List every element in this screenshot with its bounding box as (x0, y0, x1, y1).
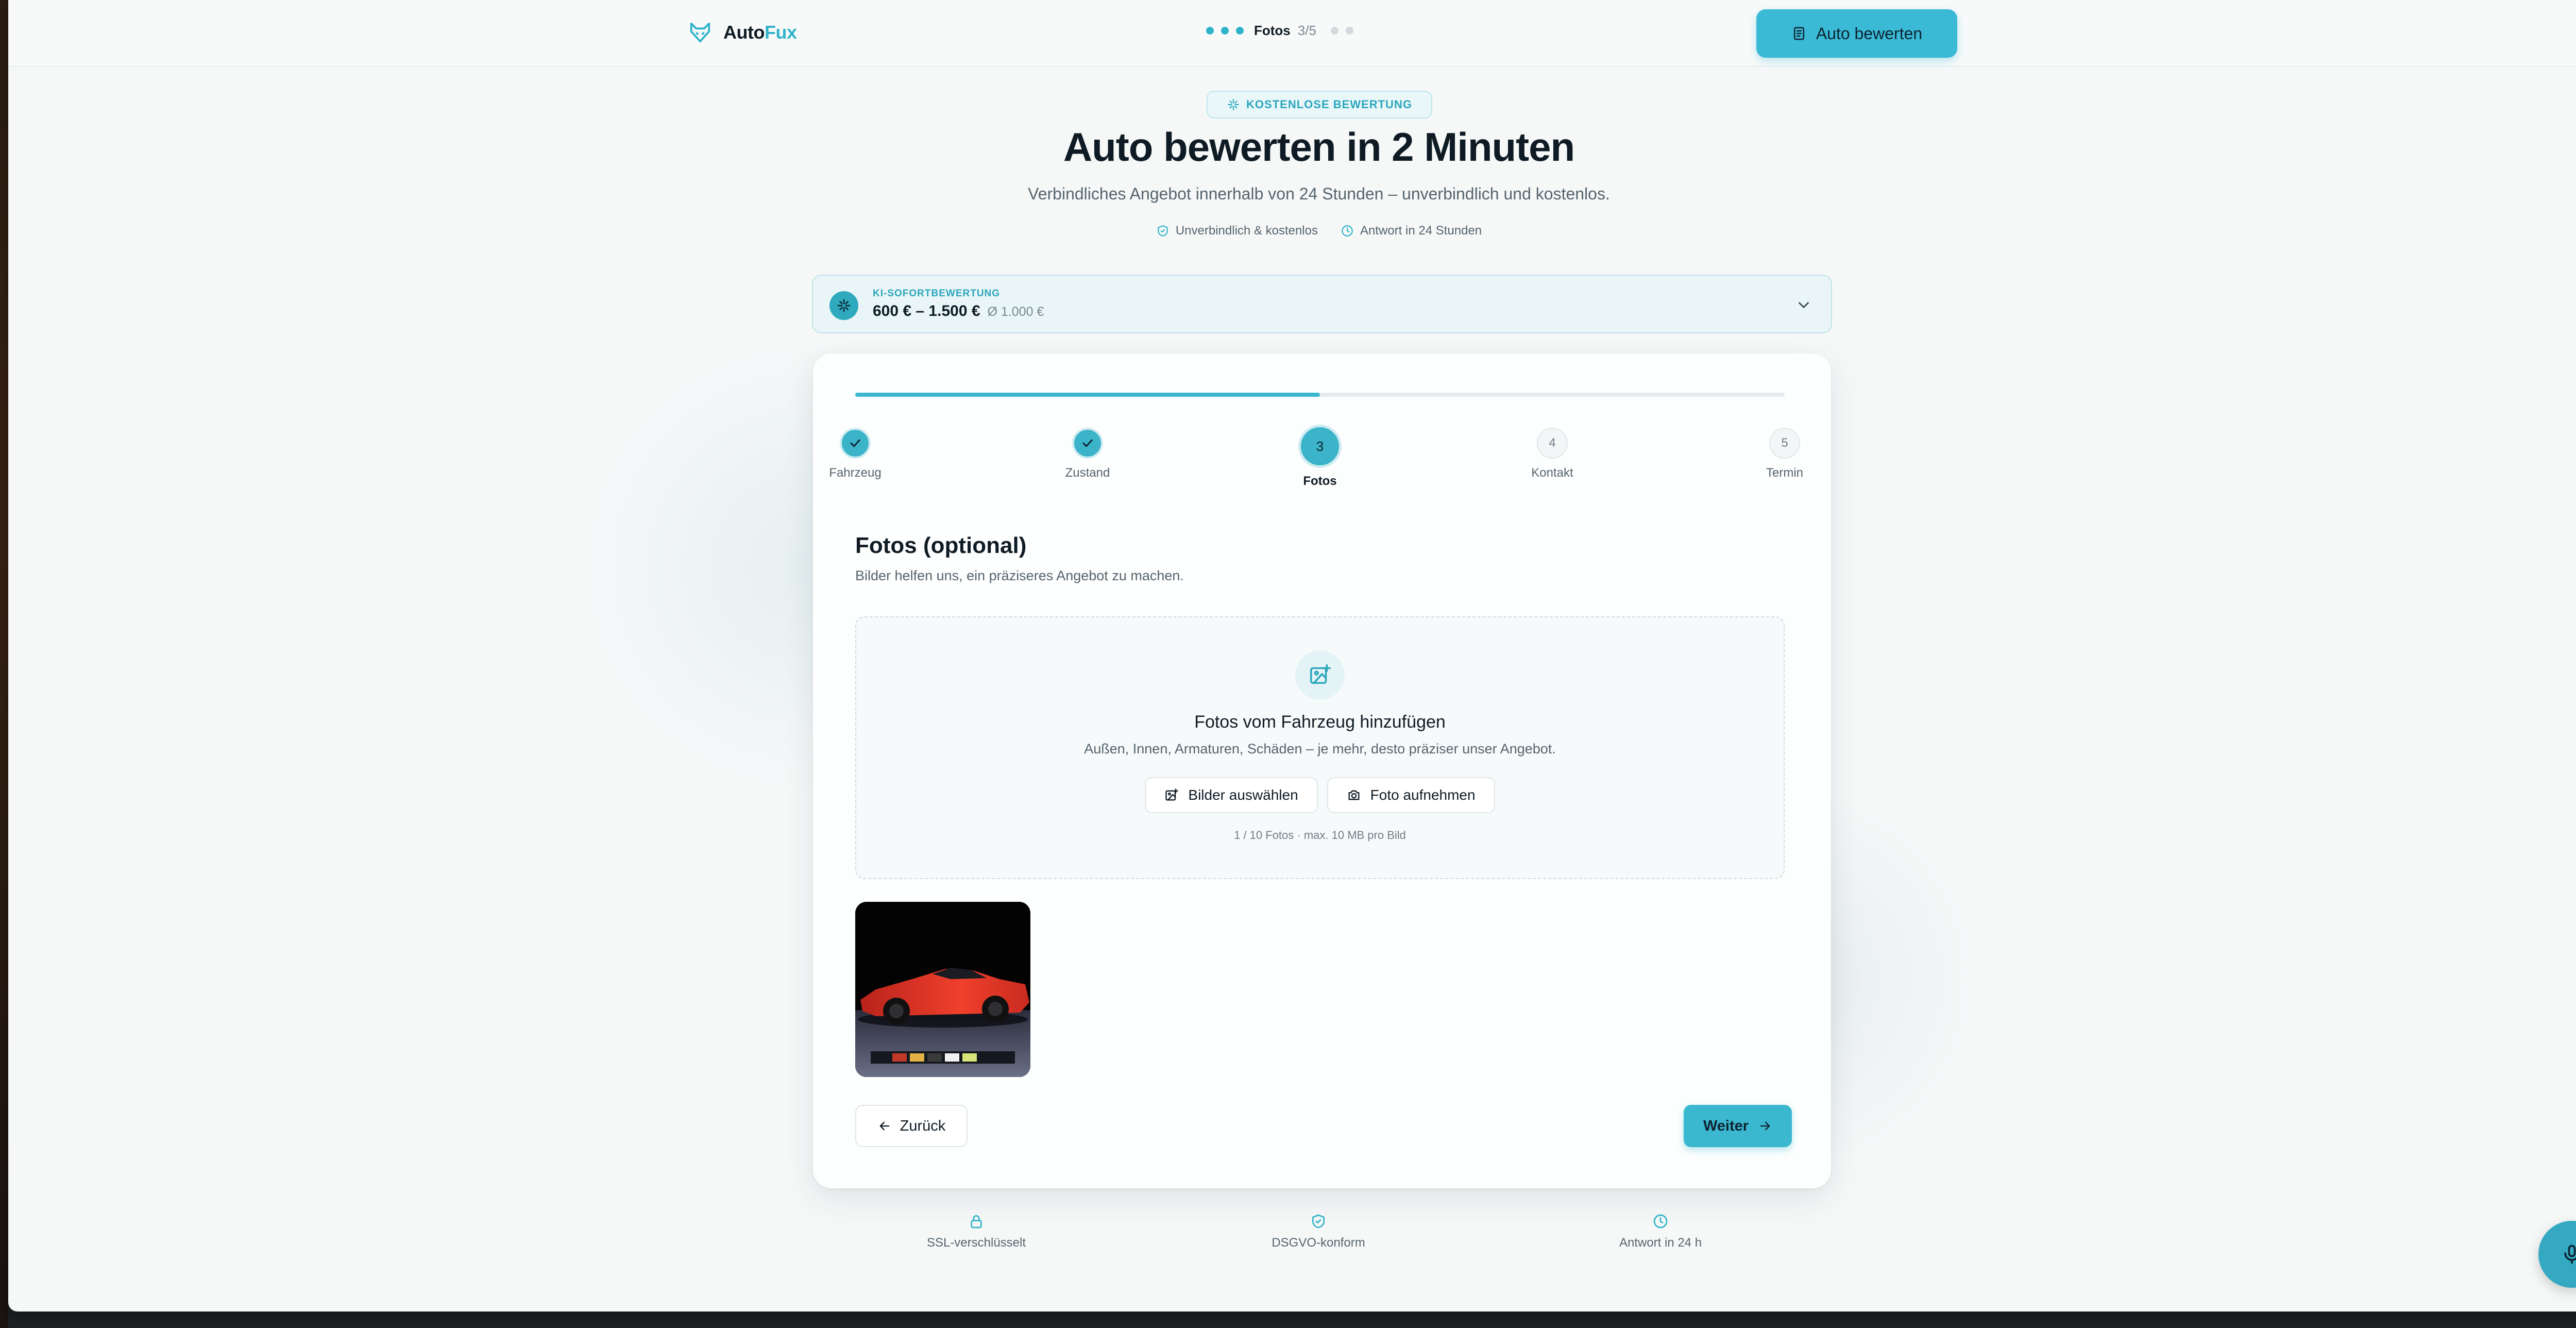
badge-text: KOSTENLOSE BEWERTUNG (1246, 98, 1412, 111)
step-dot-done (1221, 27, 1229, 35)
current-step-label: Fotos (1254, 23, 1291, 38)
check-icon (1082, 439, 1093, 447)
button-label: Zurück (900, 1117, 946, 1134)
ki-icon-wrapper (829, 291, 858, 320)
uploaded-photo-thumbnail[interactable] (855, 902, 1030, 1077)
step-label: Fotos (1303, 474, 1337, 488)
image-plus-icon (1165, 788, 1179, 801)
footer-dsgvo: DSGVO-konform (1215, 1213, 1421, 1250)
dropzone-subtitle: Außen, Innen, Armaturen, Schäden – je me… (1084, 741, 1556, 757)
step-fotos[interactable]: 3 Fotos (1263, 425, 1377, 489)
sparkles-icon (837, 299, 851, 312)
header-step-indicator: Fotos 3/5 (1206, 23, 1353, 39)
sparkles-icon (1228, 99, 1239, 110)
button-label: Bilder auswählen (1188, 787, 1298, 803)
arrow-right-icon (1760, 1121, 1770, 1131)
wizard-card: Fahrzeug Zustand 3 Fotos 4 Kontakt 5 Ter… (813, 354, 1831, 1188)
photo-dropzone[interactable]: Fotos vom Fahrzeug hinzufügen Außen, Inn… (855, 616, 1785, 879)
step-label: Fahrzeug (829, 466, 882, 480)
ki-price-range: 600 € – 1.500 € Ø 1.000 € (873, 302, 1044, 320)
upload-limit-info: 1 / 10 Fotos · max. 10 MB pro Bild (1234, 829, 1406, 842)
cta-label: Auto bewerten (1816, 24, 1923, 43)
price-range-value: 600 € – 1.500 € (873, 302, 980, 320)
arrow-left-icon (879, 1121, 890, 1131)
lock-icon (971, 1215, 982, 1229)
voice-input-button[interactable] (2538, 1221, 2576, 1288)
wizard-progress-track (855, 393, 1785, 397)
shield-check-icon (1158, 225, 1168, 237)
desktop-background-left (0, 0, 8, 1328)
camera-icon (1348, 790, 1360, 800)
dropzone-actions: Bilder auswählen Foto aufnehmen (856, 777, 1784, 813)
clipboard-icon (1793, 27, 1804, 40)
page-subtitle: Verbindliches Angebot innerhalb von 24 S… (1028, 184, 1610, 203)
brand-name: AutoFux (723, 22, 797, 43)
button-label: Foto aufnehmen (1370, 787, 1476, 803)
trust-row: Unverbindlich & kostenlos Antwort in 24 … (8, 224, 2576, 238)
step-circle: 4 (1537, 428, 1568, 459)
car-photo (855, 902, 1030, 1077)
page-title: Auto bewerten in 2 Minuten (1063, 124, 1575, 170)
step-zustand[interactable]: Zustand (1031, 428, 1144, 480)
footer-response: Antwort in 24 h (1557, 1213, 1764, 1250)
image-plus-icon (1310, 664, 1331, 684)
ki-label: KI-SOFORTBEWERTUNG (873, 288, 1001, 299)
trust-text: Unverbindlich & kostenlos (1175, 224, 1318, 238)
chevron-down-icon[interactable] (1795, 296, 1812, 314)
step-circle: 3 (1298, 425, 1342, 468)
button-label: Weiter (1703, 1117, 1749, 1134)
step-kontakt[interactable]: 4 Kontakt (1496, 428, 1609, 480)
step-count: 3/5 (1297, 23, 1316, 38)
step-fahrzeug[interactable]: Fahrzeug (799, 428, 912, 480)
free-valuation-badge: KOSTENLOSE BEWERTUNG (1207, 91, 1432, 119)
take-photo-button[interactable]: Foto aufnehmen (1327, 777, 1495, 813)
clock-icon (1342, 225, 1353, 237)
section-title: Fotos (optional) (855, 533, 1027, 558)
microphone-icon (2564, 1245, 2576, 1264)
step-dot-done (1206, 27, 1214, 35)
step-dot-pending (1345, 27, 1353, 35)
step-termin[interactable]: 5 Termin (1728, 428, 1841, 480)
step-circle (1072, 428, 1103, 459)
price-average: Ø 1.000 € (987, 305, 1044, 319)
step-circle: 5 (1769, 428, 1800, 459)
fox-icon (690, 22, 710, 43)
footer-ssl: SSL-verschlüsselt (873, 1213, 1079, 1250)
browser-viewport: AutoFux Fotos 3/5 Auto bewerten KOSTENLO… (8, 0, 2576, 1312)
section-subtitle: Bilder helfen uns, ein präziseres Angebo… (855, 568, 1184, 583)
step-label: Kontakt (1531, 466, 1573, 480)
next-button[interactable]: Weiter (1684, 1105, 1792, 1147)
dropzone-icon-wrapper (1295, 650, 1345, 700)
step-label: Zustand (1065, 466, 1110, 480)
step-label: Termin (1766, 466, 1803, 480)
dropzone-title: Fotos vom Fahrzeug hinzufügen (1194, 712, 1446, 732)
back-button[interactable]: Zurück (855, 1105, 968, 1147)
select-images-button[interactable]: Bilder auswählen (1145, 777, 1318, 813)
step-dot-current (1236, 27, 1244, 35)
brand-logo[interactable]: AutoFux (688, 21, 797, 44)
wizard-progress-fill (855, 393, 1320, 397)
footer-text: Antwort in 24 h (1619, 1236, 1702, 1250)
check-icon (850, 439, 860, 447)
clock-icon (1653, 1214, 1668, 1229)
footer-text: SSL-verschlüsselt (926, 1236, 1026, 1250)
trust-text: Antwort in 24 Stunden (1360, 224, 1482, 238)
step-circle (840, 428, 871, 459)
top-header: AutoFux Fotos 3/5 Auto bewerten (8, 0, 2576, 67)
trust-item-response: Antwort in 24 Stunden (1341, 224, 1482, 238)
trust-item-free: Unverbindlich & kostenlos (1156, 224, 1318, 238)
ki-estimate-panel[interactable]: KI-SOFORTBEWERTUNG 600 € – 1.500 € Ø 1.00… (812, 275, 1832, 333)
step-dot-pending (1330, 27, 1338, 35)
auto-bewerten-button[interactable]: Auto bewerten (1756, 9, 1957, 58)
shield-check-icon (1312, 1214, 1325, 1229)
footer-text: DSGVO-konform (1272, 1236, 1365, 1250)
